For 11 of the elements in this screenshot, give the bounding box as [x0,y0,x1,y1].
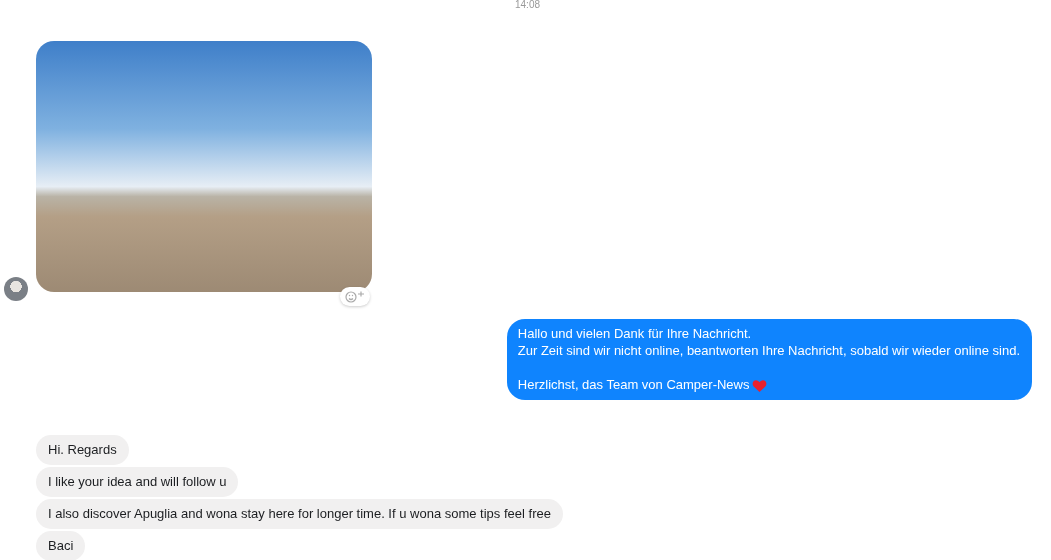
message-text: Hallo und vielen Dank für Ihre Nachricht. Zur Zeit sind wir nicht online, beantworten Ihre Nachricht, sobald wir wieder online sind. [517,325,1020,359]
heart-icon [752,378,768,393]
smiley-plus-icon [345,290,365,303]
message-bubble: Baci [36,531,86,560]
add-reaction-button[interactable] [340,287,370,306]
message-signature: Herzlichst, das Team von Camper-News [517,376,750,393]
message-bubble: Hi. Regards [36,435,129,465]
avatar-icon [4,277,28,301]
message-bubble: I also discover Apuglia and wona stay here for longer time. If u wona some tips feel free [36,499,563,529]
message-timestamp: 14:08 [515,0,540,12]
message-bubble: I like your idea and will follow u [36,467,239,497]
